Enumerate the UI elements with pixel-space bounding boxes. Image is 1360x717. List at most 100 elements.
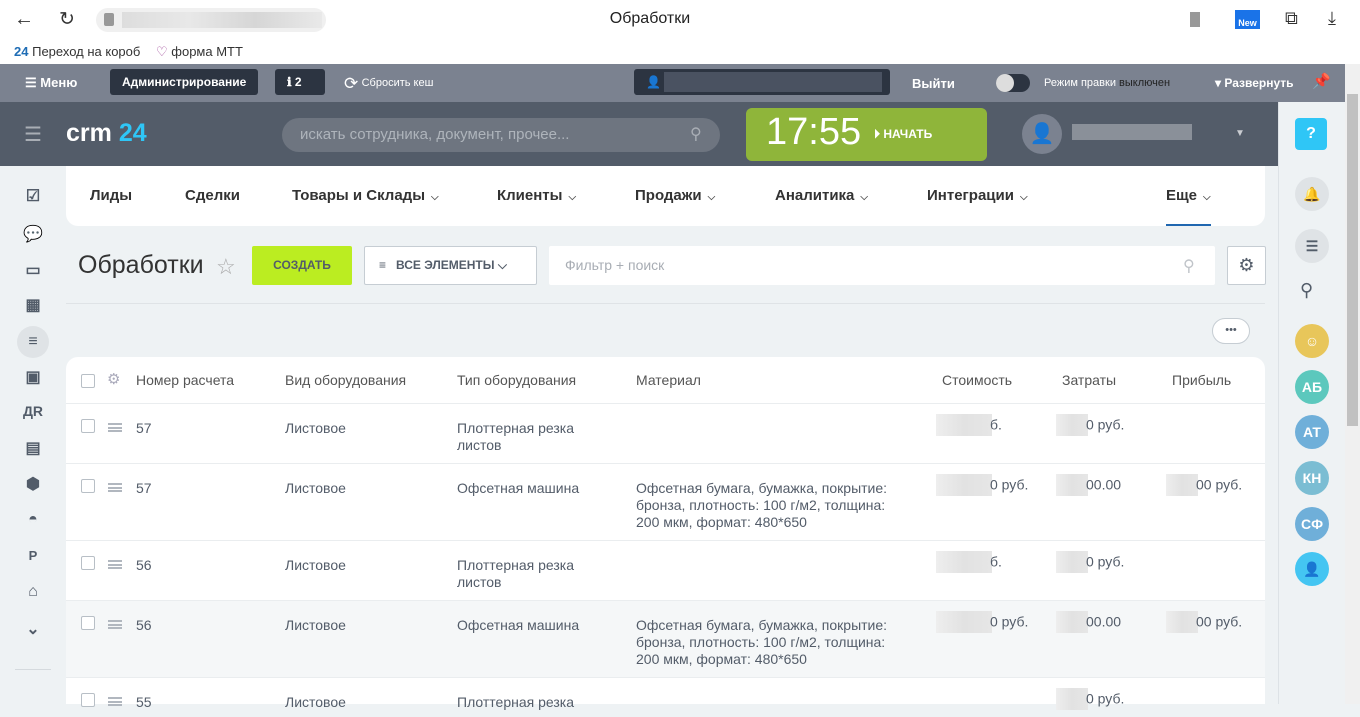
cell-number[interactable]: 56 [136, 557, 152, 574]
drag-handle-icon[interactable] [108, 423, 122, 432]
filter-search-input[interactable]: Фильтр + поиск [549, 246, 1215, 285]
edit-mode-label: Режим правки выключен [1044, 77, 1171, 89]
drive-icon[interactable]: ▭ [22, 260, 44, 280]
menu-button[interactable]: ☰ Меню [25, 75, 77, 91]
cell-cost: б. [936, 551, 1002, 573]
cell-material: Офсетная бумага, бумажка, покрытие: брон… [636, 480, 888, 530]
row-checkbox[interactable] [81, 693, 95, 707]
robot-icon[interactable]: ◓ [22, 511, 44, 531]
table-row[interactable]: 55 Листовое Плоттерная резка 0 руб. [66, 677, 1265, 717]
table-row[interactable]: 56 Листовое Офсетная машина Офсетная бумага… [66, 600, 1265, 677]
user-avatar[interactable]: СФ [1295, 507, 1329, 541]
column-header[interactable]: Прибыль [1172, 372, 1231, 388]
nav-sales[interactable]: Продажи ⌵ [635, 166, 715, 226]
scrollbar[interactable] [1345, 64, 1360, 704]
drag-handle-icon[interactable] [108, 483, 122, 492]
column-header[interactable]: Номер расчета [136, 372, 234, 388]
star-icon[interactable]: ☆ [216, 254, 236, 280]
user-avatar[interactable]: АТ [1295, 415, 1329, 449]
create-button[interactable]: СОЗДАТЬ [252, 246, 352, 285]
table-row[interactable]: 57 Листовое Плоттерная резка листов б. 0 руб… [66, 403, 1265, 463]
settings-gear-button[interactable]: ⚙ [1227, 246, 1266, 285]
notifications-button[interactable]: ℹ 2 [275, 69, 325, 95]
help-icon[interactable]: ? [1295, 118, 1327, 150]
administration-button[interactable]: Администрирование [110, 69, 259, 95]
row-checkbox[interactable] [81, 556, 95, 570]
user-name[interactable] [1072, 124, 1192, 140]
box-icon[interactable]: ⬢ [22, 474, 44, 494]
bookmark-item[interactable]: 24 Переход на короб [14, 44, 140, 59]
workday-timer[interactable]: 17:55 ⏵ НАЧАТЬ [746, 108, 987, 161]
nav-deals[interactable]: Сделки [185, 166, 240, 226]
warehouse-icon[interactable]: ⌂ [22, 583, 44, 603]
bookmark-item[interactable]: ♡ форма МТТ [156, 44, 243, 60]
nav-more[interactable]: Еще ⌵ [1166, 166, 1211, 226]
drag-handle-icon[interactable] [108, 560, 122, 569]
dr-icon[interactable]: ДR [22, 403, 44, 423]
bookmark-icon[interactable] [1190, 12, 1200, 27]
column-header[interactable]: Материал [636, 372, 701, 388]
contact-card-icon[interactable]: ▣ [22, 367, 44, 387]
crm-filter-icon[interactable]: ≡ [17, 326, 49, 358]
divider [66, 303, 1265, 304]
calendar-icon[interactable]: ▦ [22, 295, 44, 315]
chat-icon[interactable]: 💬 [22, 224, 44, 244]
column-header[interactable]: Тип оборудования [457, 372, 576, 388]
filter-preset-button[interactable]: ≡ ВСЕ ЭЛЕМЕНТЫ ⌵ [364, 246, 537, 285]
user-avatar[interactable]: 👤 [1022, 114, 1062, 154]
nav-leads[interactable]: Лиды [90, 166, 132, 226]
cell-kind: Листовое [285, 617, 346, 633]
row-checkbox[interactable] [81, 616, 95, 630]
cell-number[interactable]: 57 [136, 420, 152, 437]
table-row[interactable]: 56 Листовое Плоттерная резка листов б. 0 руб… [66, 540, 1265, 600]
p-icon[interactable]: P [22, 548, 44, 568]
cell-expenses: 0 руб. [1056, 688, 1124, 710]
column-header[interactable]: Стоимость [942, 372, 1012, 388]
cell-expenses: 0 руб. [1056, 414, 1124, 436]
logout-button[interactable]: Выйти [912, 76, 955, 91]
group-avatar[interactable]: ☺ [1295, 324, 1329, 358]
user-history-icon[interactable]: 👤 [1295, 552, 1329, 586]
start-button[interactable]: ⏵ НАЧАТЬ [874, 127, 932, 142]
column-header[interactable]: Вид оборудования [285, 372, 406, 388]
window-icon[interactable]: ▤ [22, 438, 44, 458]
more-options-button[interactable]: ••• [1212, 318, 1250, 344]
row-checkbox[interactable] [81, 479, 95, 493]
global-search-input[interactable]: искать сотрудника, документ, прочее... [282, 118, 720, 152]
hamburger-icon[interactable]: ☰ [24, 122, 42, 147]
select-all-checkbox[interactable] [81, 374, 95, 388]
more-down-icon[interactable]: ⌄ [22, 619, 44, 639]
edit-mode-toggle[interactable] [996, 74, 1030, 92]
new-extension-icon[interactable]: New [1235, 10, 1260, 29]
cell-type: Офсетная машина [457, 617, 580, 633]
column-header[interactable]: Затраты [1062, 372, 1116, 388]
chat-list-icon[interactable]: ☰ [1295, 229, 1329, 263]
bell-icon[interactable]: 🔔 [1295, 177, 1329, 211]
extensions-icon[interactable]: ⧉ [1285, 8, 1298, 29]
logo[interactable]: crm 24 [66, 119, 147, 148]
chevron-down-icon[interactable]: ▼ [1235, 128, 1245, 139]
drag-handle-icon[interactable] [108, 697, 122, 706]
row-checkbox[interactable] [81, 419, 95, 433]
nav-goods[interactable]: Товары и Склады ⌵ [292, 166, 439, 226]
tasks-icon[interactable]: ☑ [22, 186, 44, 206]
table-row[interactable]: 57 Листовое Офсетная машина Офсетная бумага… [66, 463, 1265, 540]
user-avatar[interactable]: КН [1295, 461, 1329, 495]
reset-cache-button[interactable]: ⟳ Сбросить кеш [344, 74, 433, 94]
cell-number[interactable]: 55 [136, 694, 152, 711]
nav-clients[interactable]: Клиенты ⌵ [497, 166, 576, 226]
expand-button[interactable]: ▾ Развернуть [1215, 76, 1294, 90]
top-nav: Лиды Сделки Товары и Склады ⌵ Клиенты ⌵ Пр… [66, 166, 1265, 226]
search-icon: ⚲ [690, 126, 702, 143]
download-icon[interactable]: ⤓ [1328, 8, 1336, 29]
gear-icon[interactable]: ⚙ [107, 370, 120, 388]
pin-icon[interactable]: 📌 [1312, 72, 1331, 90]
user-avatar[interactable]: АБ [1295, 370, 1329, 404]
nav-integrations[interactable]: Интеграции ⌵ [927, 166, 1028, 226]
search-icon[interactable]: ⚲ [1300, 280, 1313, 301]
cell-number[interactable]: 56 [136, 617, 152, 634]
drag-handle-icon[interactable] [108, 620, 122, 629]
cell-number[interactable]: 57 [136, 480, 152, 497]
filter-icon: ≡ [379, 258, 387, 272]
nav-analytics[interactable]: Аналитика ⌵ [775, 166, 868, 226]
